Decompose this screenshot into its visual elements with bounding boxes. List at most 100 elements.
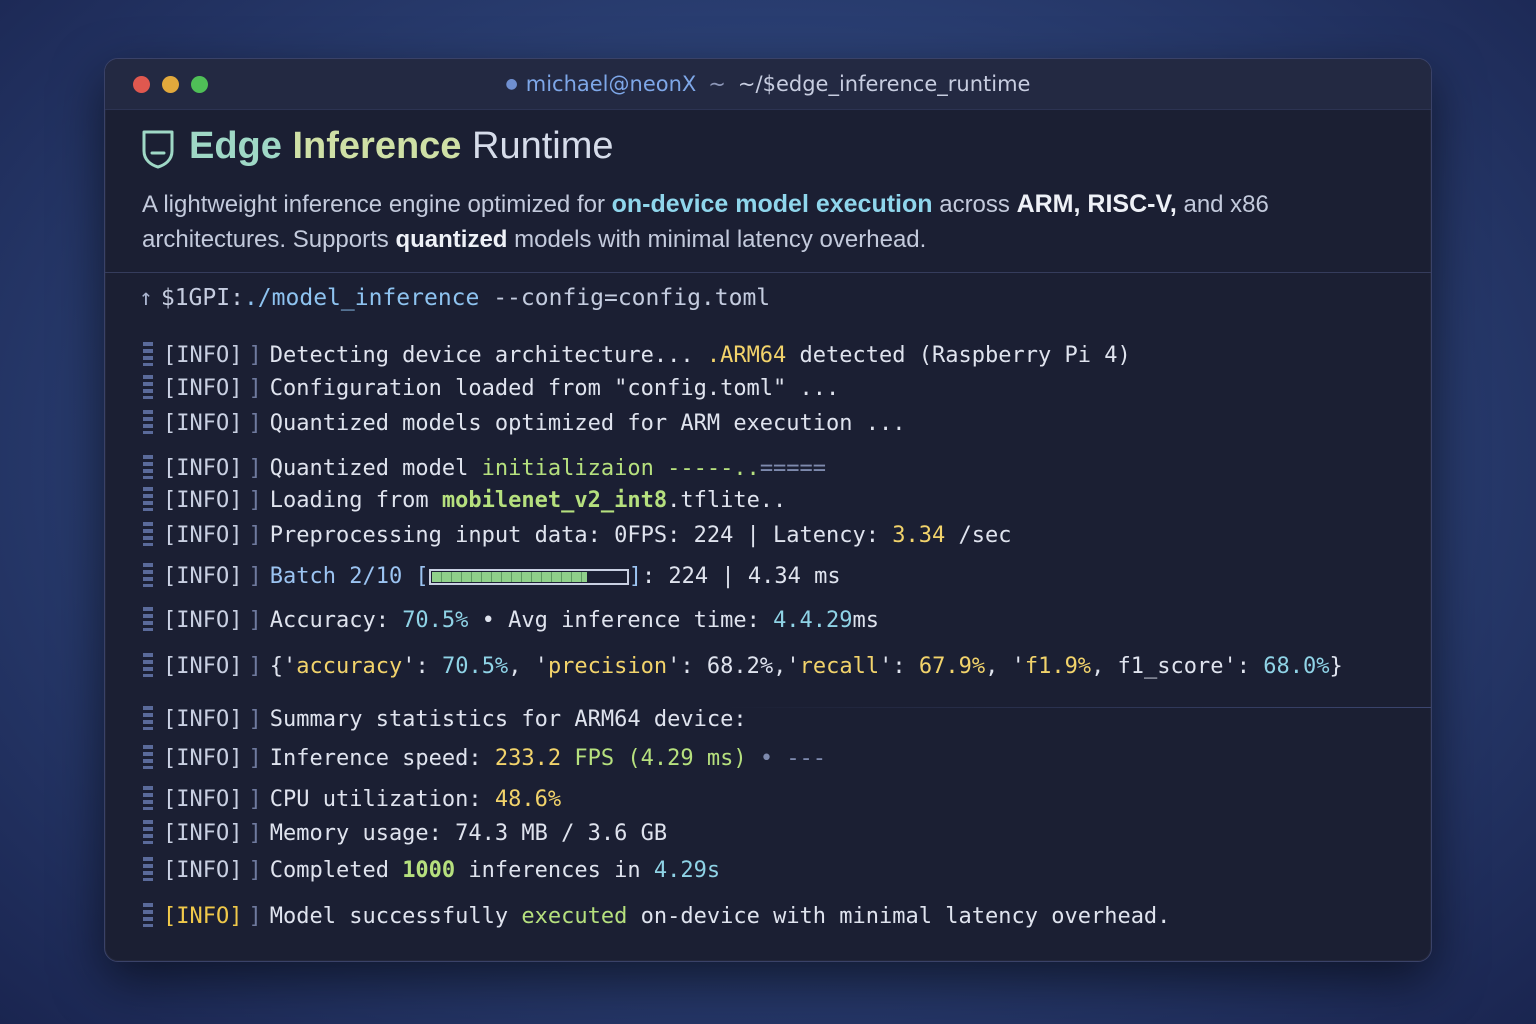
log-value: -----.. [653, 456, 760, 481]
log-text: Completed [269, 858, 403, 883]
title-word-runtime: Runtime [472, 125, 614, 167]
log-value: 233.2 [494, 746, 562, 771]
log-text: 0FPS: 224 | Latency: [614, 523, 893, 548]
log-value: 3.34 [892, 523, 946, 548]
log-bracket: ] [248, 376, 262, 401]
log-text: Preprocessing input data: [269, 523, 615, 548]
divider [725, 707, 1431, 708]
log-tag: [INFO] [163, 858, 243, 883]
log-tag: [INFO] [163, 376, 243, 401]
log-tag: [INFO] [163, 343, 243, 368]
log-text: CPU utilization: [269, 787, 495, 812]
terminal-window: ● michael@neonX ~ ~/$edge_inference_runtime… [104, 58, 1432, 962]
log-bracket: ] [248, 707, 262, 732]
desc-part: across [932, 191, 1017, 218]
log-value: initializaion [481, 456, 654, 481]
log-bracket: ] [248, 564, 262, 589]
log-line: [INFO]] Inference speed: 233.2 FPS (4.29 … [143, 744, 826, 774]
gutter-icon [143, 820, 153, 844]
log-text: ': 68.2%,' [667, 654, 800, 679]
log-tag: [INFO] [163, 787, 243, 812]
log-text: Quantized model [269, 456, 482, 481]
up-arrow-icon: ↑ [139, 285, 153, 311]
log-line: [INFO]] Summary statistics for ARM64 devi… [143, 705, 747, 735]
gutter-icon [143, 410, 153, 434]
gutter-icon [143, 455, 153, 479]
log-line: [INFO]] Accuracy: 70.5% • Avg inference t… [143, 606, 879, 636]
log-tag: [INFO] [163, 564, 243, 589]
log-value: 68.0% [1263, 654, 1330, 679]
log-bracket: ] [248, 523, 262, 548]
log-tag: [INFO] [163, 608, 243, 633]
log-bracket: ] [248, 608, 262, 633]
log-line: [INFO]] Preprocessing input data: 0FPS: 2… [143, 521, 1011, 551]
log-value: accuracy [296, 654, 403, 679]
log-text: on-device with minimal latency overhead. [627, 904, 1171, 929]
log-bracket: ] [248, 787, 262, 812]
user-host: michael@neonX [525, 72, 697, 96]
log-value: FPS (4.29 ms) [561, 746, 747, 771]
log-text: , f1_score': [1091, 654, 1264, 679]
log-line: [INFO]] Quantized model initializaion ---… [143, 454, 826, 484]
log-text: Summary statistics for ARM64 device: [269, 707, 747, 732]
log-bracket: ] [248, 488, 262, 513]
log-text: {' [269, 654, 297, 679]
gutter-icon [143, 903, 153, 927]
log-text: Model successfully [269, 904, 522, 929]
gutter-icon [143, 375, 153, 399]
title-bar: ● michael@neonX ~ ~/$edge_inference_runtime [105, 59, 1431, 110]
description: A lightweight inference engine optimized… [142, 187, 1402, 257]
log-text: Detecting device architecture... [269, 343, 707, 368]
prompt-command: ./model_inference [243, 285, 480, 311]
log-line: [INFO]] Detecting device architecture... … [143, 341, 1131, 371]
gutter-icon [143, 653, 153, 677]
status-dot-icon: ● [505, 76, 518, 92]
gutter-icon [143, 706, 153, 730]
log-text: detected (Raspberry Pi 4) [786, 343, 1131, 368]
log-tag: [INFO] [163, 654, 243, 679]
log-text: : 224 | 4.34 ms [641, 564, 841, 589]
log-bracket: ] [248, 411, 262, 436]
log-line: [INFO]] Completed 1000 inferences in 4.29… [143, 856, 720, 886]
shield-icon [142, 130, 174, 169]
log-text: • --- [746, 746, 827, 771]
window-path: ~/$edge_inference_runtime [737, 72, 1031, 96]
title-word-inference: Inference [292, 125, 462, 167]
log-value: 4.4.29 [773, 608, 853, 633]
batch-label: Batch 2/10 [ [269, 564, 429, 589]
gutter-icon [143, 342, 153, 366]
log-line: [INFO]] Batch 2/10 []: 224 | 4.34 ms [143, 562, 841, 592]
log-text: ] [628, 564, 642, 589]
gutter-icon [143, 563, 153, 587]
command-prompt[interactable]: ↑ $1GPI:./model_inference --config=config… [139, 285, 770, 311]
log-text: , ' [508, 654, 548, 679]
log-tag: [INFO] [163, 821, 243, 846]
log-value: precision [547, 654, 668, 679]
log-line: [INFO]] CPU utilization: 48.6% [143, 785, 561, 815]
log-bracket: ] [248, 343, 262, 368]
log-bracket: ] [248, 858, 262, 883]
log-value: 48.6% [494, 787, 562, 812]
title-tilde: ~ [708, 72, 726, 96]
gutter-icon [143, 487, 153, 511]
log-line: [INFO]] {'accuracy': 70.5%, 'precision': … [143, 652, 1343, 682]
gutter-icon [143, 857, 153, 881]
log-line: [INFO]] Configuration loaded from "config… [143, 374, 839, 404]
log-value: 1000 [402, 858, 456, 883]
log-tag: [INFO] [163, 904, 243, 929]
log-line: [INFO]] Loading from mobilenet_v2_int8.tf… [143, 486, 786, 516]
log-line: [INFO]] Memory usage: 74.3 MB / 3.6 GB [143, 819, 667, 849]
desc-part: A lightweight inference engine optimized… [142, 191, 612, 218]
log-value: executed [521, 904, 628, 929]
log-value: ===== [759, 456, 827, 481]
prompt-prefix: $1GPI: [160, 285, 244, 311]
log-value: 70.5% [441, 654, 509, 679]
log-value: 67.9% [918, 654, 986, 679]
log-text: } [1329, 654, 1343, 679]
log-tag: [INFO] [163, 746, 243, 771]
log-text: Inference speed: [269, 746, 495, 771]
log-value: .ARM64 [706, 343, 787, 368]
log-text: • Avg inference time: [468, 608, 774, 633]
log-line: [INFO]] Model successfully executed on-de… [143, 902, 1170, 932]
gutter-icon [143, 607, 153, 631]
